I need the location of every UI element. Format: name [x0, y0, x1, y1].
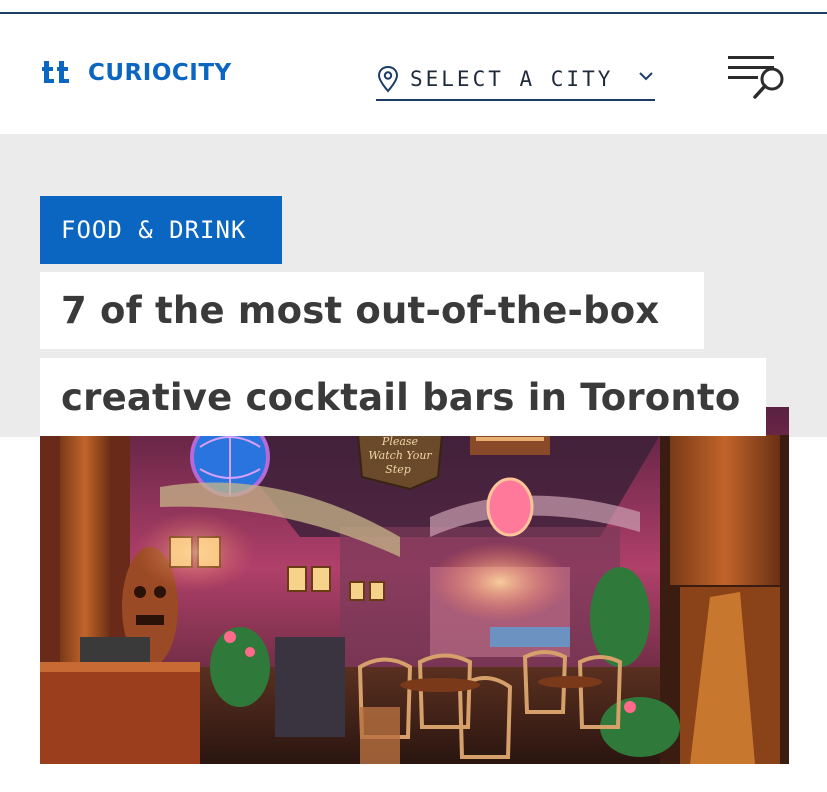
- article-hero-image[interactable]: Please Watch Your Step: [40, 407, 789, 764]
- menu-search-icon: [728, 56, 784, 99]
- menu-search-button[interactable]: [726, 54, 788, 100]
- category-tag[interactable]: FOOD & DRINK: [40, 196, 282, 264]
- article-title-line-1: 7 of the most out-of-the-box: [40, 272, 704, 349]
- sign-text-line-3: Step: [385, 463, 411, 476]
- city-selector[interactable]: SELECT A CITY: [376, 58, 655, 101]
- city-selector-label: SELECT A CITY: [410, 66, 614, 91]
- site-header: CURIOCITY SELECT A CITY: [0, 14, 827, 134]
- category-tag-label: FOOD & DRINK: [61, 216, 247, 244]
- logo-text: CURIOCITY: [88, 60, 232, 86]
- sign-text-line-1: Please: [381, 435, 419, 448]
- article-title-line-2: creative cocktail bars in Toronto: [40, 358, 766, 436]
- sign-text-line-2: Watch Your: [368, 449, 432, 462]
- location-pin-icon: [377, 65, 399, 92]
- logo-mark-icon: [42, 61, 69, 83]
- chevron-down-icon: [639, 72, 653, 81]
- tiki-bar-photo: Please Watch Your Step: [40, 407, 789, 764]
- curiocity-logo[interactable]: CURIOCITY: [42, 61, 232, 85]
